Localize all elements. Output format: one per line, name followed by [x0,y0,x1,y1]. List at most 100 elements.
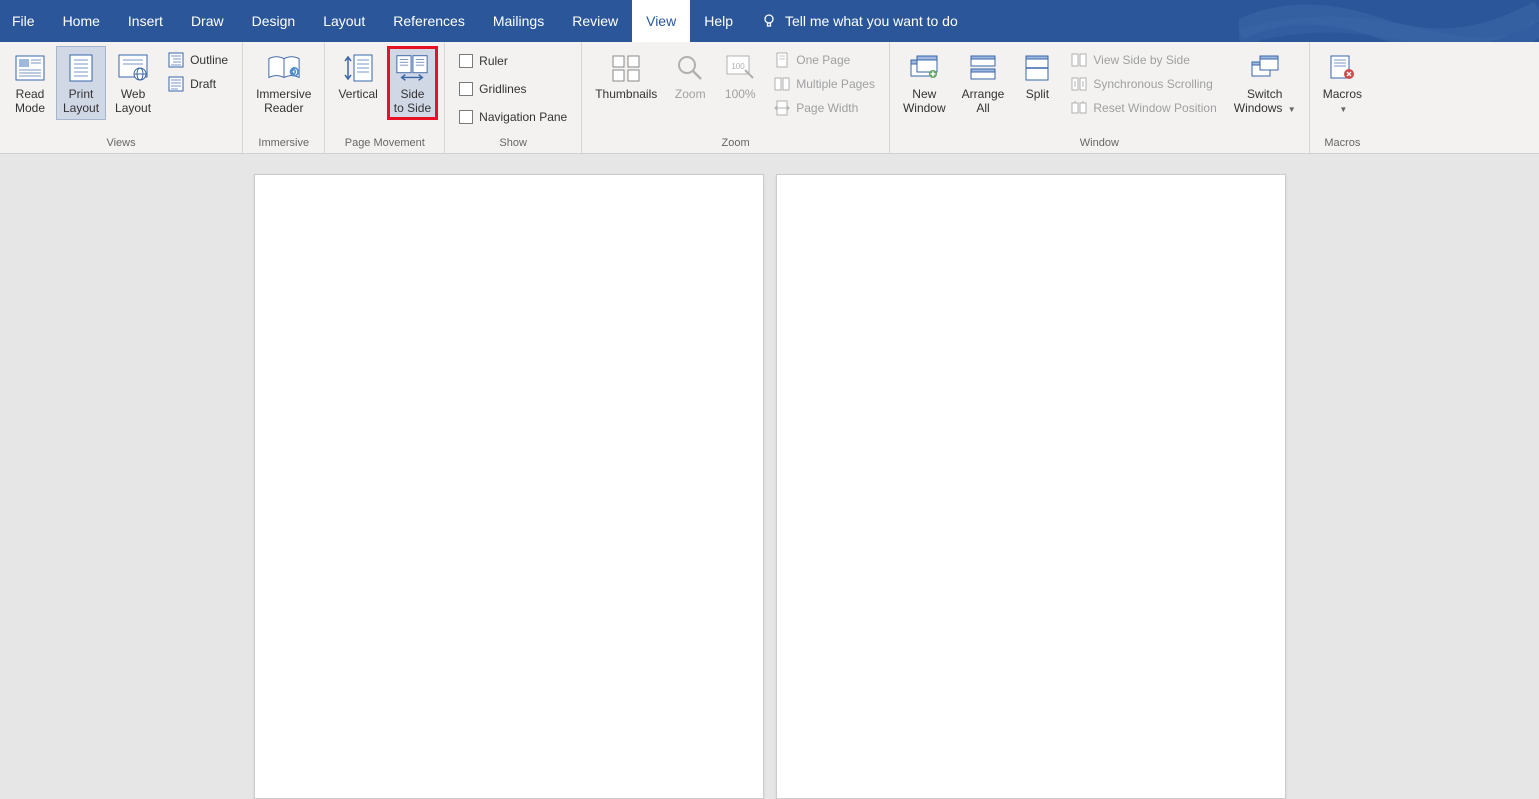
view-side-by-side-label: View Side by Side [1093,53,1190,67]
document-canvas [0,154,1539,799]
navigation-pane-checkbox[interactable]: Navigation Pane [457,108,569,126]
immersive-reader-button[interactable]: Immersive Reader [249,46,318,120]
tab-home[interactable]: Home [49,0,114,42]
split-button[interactable]: Split [1013,46,1061,106]
group-page-movement: Vertical Side to Side Page Movement [325,42,445,153]
checkbox-icon [459,54,473,68]
outline-button[interactable]: Outline [166,50,230,70]
group-immersive-label: Immersive [249,135,318,153]
checkbox-icon [459,82,473,96]
immersive-reader-icon [267,51,301,85]
chevron-down-icon: ▼ [1288,105,1296,114]
tab-references[interactable]: References [379,0,479,42]
group-zoom: Thumbnails Zoom 100 100% One Pa [582,42,890,153]
outline-icon [168,52,184,68]
vertical-button[interactable]: Vertical [331,46,384,106]
split-icon [1020,51,1054,85]
group-show: Ruler Gridlines Navigation Pane Show [445,42,582,153]
zoom-label: Zoom [675,87,706,101]
side-to-side-button[interactable]: Side to Side [387,46,438,120]
web-layout-button[interactable]: Web Layout [108,46,158,120]
sync-scroll-icon [1071,76,1087,92]
hundred-percent-button: 100 100% [716,46,764,106]
gridlines-checkbox[interactable]: Gridlines [457,80,569,98]
view-side-by-side-button: View Side by Side [1069,50,1218,70]
reset-window-position-label: Reset Window Position [1093,101,1216,115]
svg-text:100: 100 [732,62,746,71]
print-layout-icon [64,51,98,85]
tab-design[interactable]: Design [238,0,310,42]
sync-scroll-button: Synchronous Scrolling [1069,74,1218,94]
arrange-all-icon [966,51,1000,85]
tab-review[interactable]: Review [558,0,632,42]
draft-label: Draft [190,77,216,91]
multiple-pages-button: Multiple Pages [772,74,877,94]
tab-file[interactable]: File [0,0,49,42]
one-page-icon [774,52,790,68]
page-width-button: Page Width [772,98,877,118]
macros-button[interactable]: Macros▼ [1316,46,1369,122]
one-page-button: One Page [772,50,877,70]
tab-draw[interactable]: Draw [177,0,238,42]
sync-scroll-label: Synchronous Scrolling [1093,77,1212,91]
arrange-all-label: Arrange All [962,87,1005,115]
group-macros: Macros▼ Macros [1310,42,1375,153]
read-mode-button[interactable]: Read Mode [6,46,54,120]
ruler-checkbox[interactable]: Ruler [457,52,569,70]
read-mode-label: Read Mode [15,87,45,115]
tab-view[interactable]: View [632,0,690,42]
multiple-pages-label: Multiple Pages [796,77,875,91]
checkbox-icon [459,110,473,124]
new-window-label: New Window [903,87,946,115]
web-layout-label: Web Layout [115,87,151,115]
side-by-side-icon [1071,52,1087,68]
immersive-reader-label: Immersive Reader [256,87,311,115]
tab-layout[interactable]: Layout [309,0,379,42]
print-layout-button[interactable]: Print Layout [56,46,106,120]
multiple-pages-icon [774,76,790,92]
draft-button[interactable]: Draft [166,74,230,94]
navigation-pane-label: Navigation Pane [479,110,567,124]
group-immersive: Immersive Reader Immersive [243,42,325,153]
tab-help[interactable]: Help [690,0,747,42]
page-width-icon [774,100,790,116]
group-macros-label: Macros [1316,135,1369,153]
group-page-movement-label: Page Movement [331,135,438,153]
ribbon: Read Mode Print Layout Web Layout [0,42,1539,154]
thumbnails-button[interactable]: Thumbnails [588,46,664,106]
menu-bar: File Home Insert Draw Design Layout Refe… [0,0,1539,42]
arrange-all-button[interactable]: Arrange All [955,46,1012,120]
side-to-side-label: Side to Side [394,87,431,115]
gridlines-label: Gridlines [479,82,526,96]
switch-windows-icon [1248,51,1282,85]
one-page-label: One Page [796,53,850,67]
switch-windows-label: Switch Windows ▼ [1234,87,1296,117]
group-views-label: Views [6,135,236,153]
page-width-label: Page Width [796,101,858,115]
tab-mailings[interactable]: Mailings [479,0,558,42]
switch-windows-button[interactable]: Switch Windows ▼ [1227,46,1303,122]
outline-label: Outline [190,53,228,67]
print-layout-label: Print Layout [63,87,99,115]
group-show-label: Show [451,135,575,153]
document-page-1[interactable] [254,174,764,799]
group-window: New Window Arrange All Split V [890,42,1310,153]
zoom-icon [673,51,707,85]
tell-me-search[interactable]: Tell me what you want to do [747,0,972,42]
read-mode-icon [13,51,47,85]
side-to-side-icon [395,51,429,85]
lightbulb-icon [761,13,777,29]
new-window-icon [907,51,941,85]
tab-insert[interactable]: Insert [114,0,177,42]
macros-label: Macros▼ [1323,87,1362,117]
new-window-button[interactable]: New Window [896,46,953,120]
document-page-2[interactable] [776,174,1286,799]
group-window-label: Window [896,135,1303,153]
title-bar-decoration [1239,0,1539,42]
reset-position-icon [1071,100,1087,116]
zoom-button: Zoom [666,46,714,106]
menu-tabs: File Home Insert Draw Design Layout Refe… [0,0,747,42]
draft-icon [168,76,184,92]
thumbnails-icon [609,51,643,85]
chevron-down-icon: ▼ [1339,105,1347,114]
